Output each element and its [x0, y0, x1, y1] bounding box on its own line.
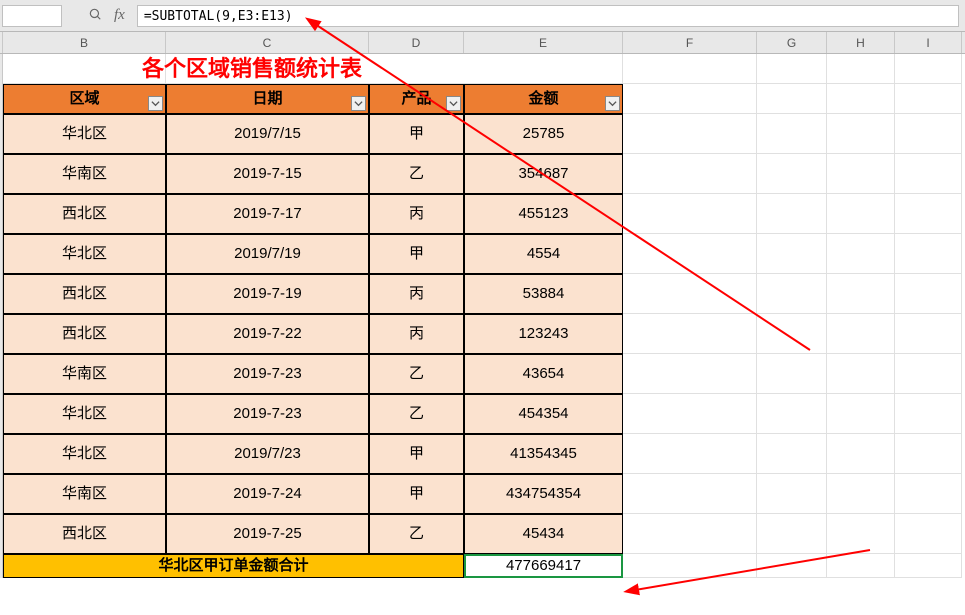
cell-region[interactable]: 西北区	[3, 194, 166, 234]
cell-amount[interactable]: 123243	[464, 314, 623, 354]
filter-button-product[interactable]	[446, 96, 461, 111]
cell-date[interactable]: 2019-7-23	[166, 394, 369, 434]
cell-amount[interactable]: 455123	[464, 194, 623, 234]
cell-amount[interactable]: 4554	[464, 234, 623, 274]
table-row: 西北区2019-7-17丙455123	[0, 194, 965, 234]
cell-date[interactable]: 2019-7-17	[166, 194, 369, 234]
cell-amount[interactable]: 434754354	[464, 474, 623, 514]
cell-date[interactable]: 2019/7/15	[166, 114, 369, 154]
expand-icon[interactable]	[88, 7, 102, 25]
cell-product[interactable]: 甲	[369, 474, 464, 514]
summary-value: 477669417	[506, 557, 581, 574]
summary-row: 华北区甲订单金额合计 477669417	[0, 554, 965, 578]
title-row: 各个区域销售额统计表	[0, 54, 965, 84]
summary-label: 华北区甲订单金额合计	[158, 557, 308, 574]
cell-product[interactable]: 丙	[369, 314, 464, 354]
cell-amount[interactable]: 43654	[464, 354, 623, 394]
formula-bar: fx =SUBTOTAL(9,E3:E13)	[0, 0, 965, 32]
cell-amount[interactable]: 53884	[464, 274, 623, 314]
formula-input[interactable]: =SUBTOTAL(9,E3:E13)	[137, 5, 959, 27]
col-header-d[interactable]: D	[369, 32, 464, 53]
col-header-c[interactable]: C	[166, 32, 369, 53]
fx-icon[interactable]: fx	[114, 7, 125, 24]
col-header-b[interactable]: B	[3, 32, 166, 53]
cell-product[interactable]: 乙	[369, 514, 464, 554]
table-row: 华北区2019/7/15甲25785	[0, 114, 965, 154]
summary-label-cell[interactable]: 华北区甲订单金额合计	[3, 554, 464, 578]
sheet-grid[interactable]: 各个区域销售额统计表 区域 日期 产品 金额	[0, 54, 965, 578]
cell-date[interactable]: 2019-7-15	[166, 154, 369, 194]
header-region-label: 区域	[69, 90, 99, 107]
header-amount[interactable]: 金额	[464, 84, 623, 114]
table-row: 西北区2019-7-25乙45434	[0, 514, 965, 554]
formula-bar-icons: fx	[82, 7, 131, 25]
header-product[interactable]: 产品	[369, 84, 464, 114]
cell-product[interactable]: 乙	[369, 354, 464, 394]
table-row: 华北区2019/7/23甲41354345	[0, 434, 965, 474]
cell-product[interactable]: 甲	[369, 434, 464, 474]
filter-button-date[interactable]	[351, 96, 366, 111]
header-product-label: 产品	[401, 90, 431, 107]
col-header-i[interactable]: I	[895, 32, 962, 53]
header-amount-label: 金额	[528, 90, 558, 107]
cell-amount[interactable]: 354687	[464, 154, 623, 194]
cell-date[interactable]: 2019/7/19	[166, 234, 369, 274]
cell-region[interactable]: 华南区	[3, 354, 166, 394]
col-header-g[interactable]: G	[757, 32, 827, 53]
column-headers: B C D E F G H I	[0, 32, 965, 54]
cell-product[interactable]: 甲	[369, 234, 464, 274]
filter-button-amount[interactable]	[605, 96, 620, 111]
name-box[interactable]	[2, 5, 62, 27]
cell-amount[interactable]: 45434	[464, 514, 623, 554]
col-header-e[interactable]: E	[464, 32, 623, 53]
cell-product[interactable]: 乙	[369, 154, 464, 194]
cell-region[interactable]: 华南区	[3, 154, 166, 194]
page-title: 各个区域销售额统计表	[142, 54, 362, 84]
cell-date[interactable]: 2019/7/23	[166, 434, 369, 474]
cell-region[interactable]: 西北区	[3, 274, 166, 314]
table-row: 西北区2019-7-19丙53884	[0, 274, 965, 314]
table-row: 华南区2019-7-23乙43654	[0, 354, 965, 394]
table-row: 华北区2019-7-23乙454354	[0, 394, 965, 434]
header-date[interactable]: 日期	[166, 84, 369, 114]
table-header-row: 区域 日期 产品 金额	[0, 84, 965, 114]
cell-region[interactable]: 西北区	[3, 514, 166, 554]
table-row: 华南区2019-7-15乙354687	[0, 154, 965, 194]
cell-date[interactable]: 2019-7-23	[166, 354, 369, 394]
cell-region[interactable]: 华北区	[3, 434, 166, 474]
cell-region[interactable]: 华北区	[3, 234, 166, 274]
cell-amount[interactable]: 41354345	[464, 434, 623, 474]
cell-amount[interactable]: 454354	[464, 394, 623, 434]
table-row: 西北区2019-7-22丙123243	[0, 314, 965, 354]
cell-date[interactable]: 2019-7-24	[166, 474, 369, 514]
cell-product[interactable]: 甲	[369, 114, 464, 154]
header-date-label: 日期	[252, 90, 282, 107]
summary-value-cell[interactable]: 477669417	[464, 554, 623, 578]
cell-region[interactable]: 华北区	[3, 114, 166, 154]
header-region[interactable]: 区域	[3, 84, 166, 114]
cell-date[interactable]: 2019-7-25	[166, 514, 369, 554]
col-header-h[interactable]: H	[827, 32, 895, 53]
table-row: 华南区2019-7-24甲434754354	[0, 474, 965, 514]
cell-date[interactable]: 2019-7-19	[166, 274, 369, 314]
table-row: 华北区2019/7/19甲4554	[0, 234, 965, 274]
cell-date[interactable]: 2019-7-22	[166, 314, 369, 354]
cell-product[interactable]: 丙	[369, 274, 464, 314]
cell-region[interactable]: 华南区	[3, 474, 166, 514]
col-header-f[interactable]: F	[623, 32, 757, 53]
cell-product[interactable]: 丙	[369, 194, 464, 234]
cell-amount[interactable]: 25785	[464, 114, 623, 154]
cell-product[interactable]: 乙	[369, 394, 464, 434]
cell-region[interactable]: 西北区	[3, 314, 166, 354]
cell-region[interactable]: 华北区	[3, 394, 166, 434]
filter-button-region[interactable]	[148, 96, 163, 111]
